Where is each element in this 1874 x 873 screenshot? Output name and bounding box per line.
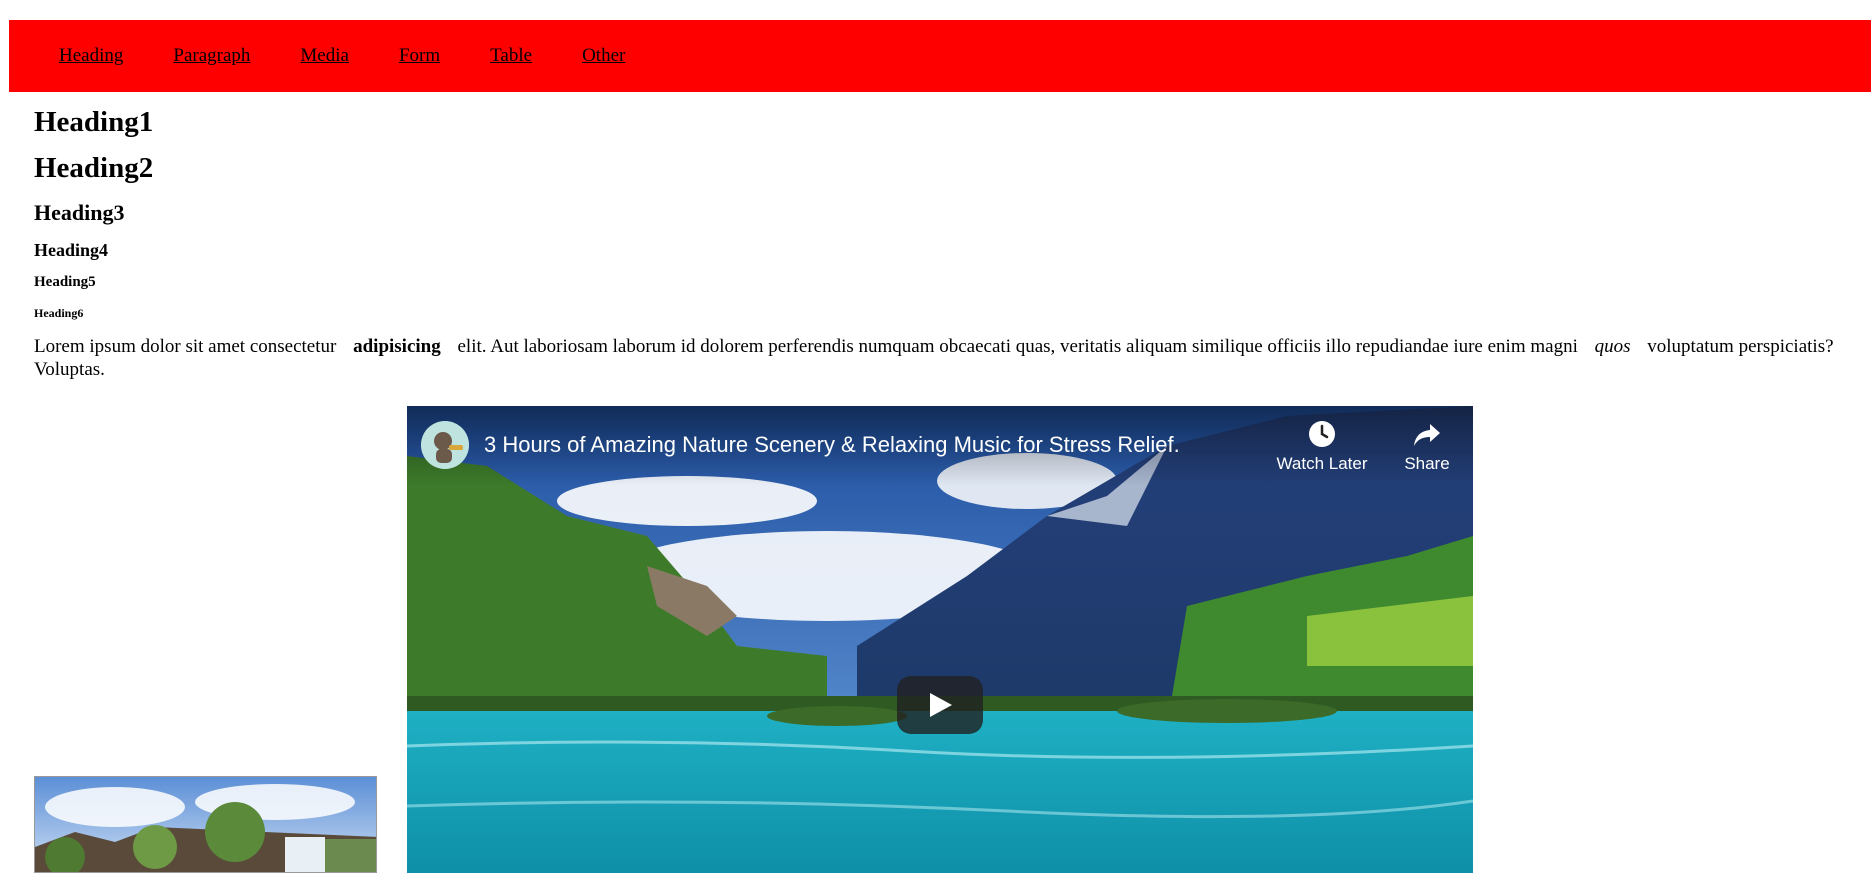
waterfall-image: [34, 776, 377, 873]
clock-icon: [1309, 421, 1335, 447]
channel-avatar[interactable]: [421, 421, 469, 469]
play-icon: [930, 693, 952, 717]
watch-later-label: Watch Later: [1276, 454, 1368, 473]
nav-link-form[interactable]: Form: [399, 45, 440, 67]
embedded-video-player[interactable]: 3 Hours of Amazing Nature Scenery & Rela…: [407, 406, 1473, 873]
heading-3: Heading3: [34, 200, 125, 225]
heading-5: Heading5: [34, 274, 96, 290]
heading-4: Heading4: [34, 240, 109, 260]
nav-link-heading[interactable]: Heading: [59, 45, 123, 67]
heading-6: Heading6: [34, 306, 84, 320]
share-label: Share: [1404, 454, 1450, 473]
paragraph-text-1: Lorem ipsum dolor sit amet consectetur: [34, 336, 337, 357]
play-button[interactable]: [897, 676, 983, 734]
video-title[interactable]: 3 Hours of Amazing Nature Scenery & Rela…: [484, 432, 1180, 458]
heading-2: Heading2: [34, 152, 154, 184]
paragraph-text-2: elit. Aut laboriosam laborum id dolorem …: [457, 336, 1578, 357]
share-arrow-icon: [1414, 424, 1440, 446]
nav-link-paragraph[interactable]: Paragraph: [173, 45, 250, 67]
top-nav-bar: Heading Paragraph Media Form Table Other: [9, 20, 1871, 92]
heading-1: Heading1: [34, 106, 154, 138]
paragraph-italic: quos: [1594, 336, 1631, 357]
nav-link-other[interactable]: Other: [582, 45, 625, 67]
nav-link-table[interactable]: Table: [490, 45, 532, 67]
paragraph-bold: adipisicing: [353, 336, 441, 357]
lorem-paragraph: Lorem ipsum dolor sit amet consectetur a…: [34, 335, 1834, 381]
watch-later-button[interactable]: Watch Later: [1267, 420, 1377, 474]
share-button[interactable]: Share: [1387, 420, 1467, 474]
nav-link-media[interactable]: Media: [300, 45, 349, 67]
